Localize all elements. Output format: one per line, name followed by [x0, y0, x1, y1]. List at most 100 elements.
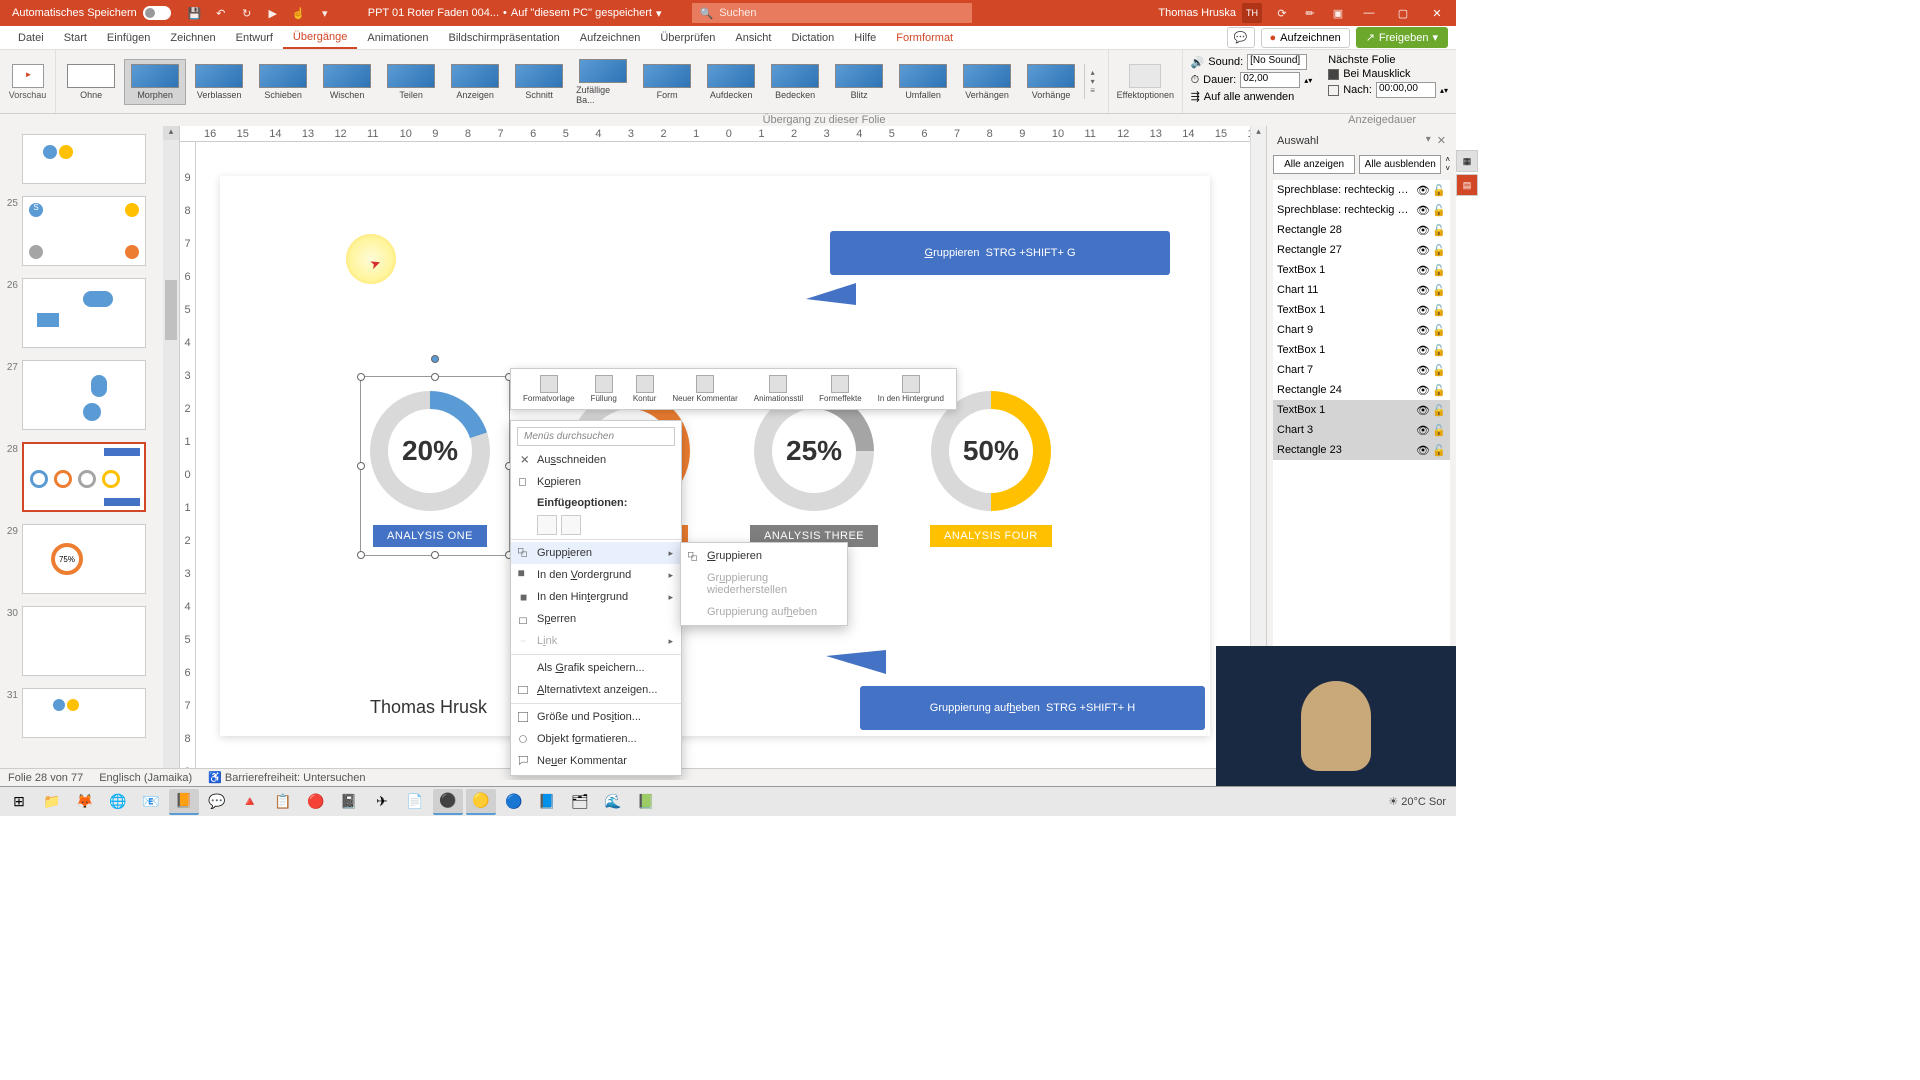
hide-all-button[interactable]: Alle ausblenden	[1359, 155, 1441, 174]
obs-icon[interactable]: ⚫	[433, 789, 463, 815]
visibility-icon[interactable]: 👁	[1416, 304, 1430, 316]
transition-form[interactable]: Form	[636, 60, 698, 104]
minimize-button[interactable]: —	[1358, 2, 1380, 24]
language-indicator[interactable]: Englisch (Jamaika)	[99, 772, 192, 784]
transition-schnitt[interactable]: Schnitt	[508, 60, 570, 104]
menu-search[interactable]: Menüs durchsuchen	[517, 427, 675, 446]
toggle-icon[interactable]	[143, 6, 171, 20]
mt-kontur[interactable]: Kontur	[625, 373, 665, 405]
restore-button[interactable]: ▢	[1392, 2, 1414, 24]
callout-ungroup-shortcut[interactable]: Gruppierung aufheben STRG +SHIFT+ H	[860, 686, 1205, 730]
selection-item[interactable]: Rectangle 28👁🔓	[1273, 220, 1450, 240]
mt-fuellung[interactable]: Füllung	[583, 373, 625, 405]
tab-ansicht[interactable]: Ansicht	[725, 28, 781, 48]
cm-bring-forward[interactable]: In den Vordergrund▸	[511, 564, 681, 586]
selpane-close[interactable]: ✕	[1437, 134, 1446, 147]
tab-einfuegen[interactable]: Einfügen	[97, 28, 160, 48]
tab-formformat[interactable]: Formformat	[886, 28, 963, 48]
selection-item[interactable]: TextBox 1👁🔓	[1273, 400, 1450, 420]
transition-aufdecken[interactable]: Aufdecken	[700, 60, 762, 104]
mt-hintergrund[interactable]: In den Hintergrund	[870, 373, 952, 405]
tab-ueberpruefen[interactable]: Überprüfen	[650, 28, 725, 48]
selection-item[interactable]: Rectangle 24👁🔓	[1273, 380, 1450, 400]
tab-aufzeichnen[interactable]: Aufzeichnen	[570, 28, 651, 48]
selpane-dropdown[interactable]: ▾	[1426, 134, 1431, 147]
tab-uebergaenge[interactable]: Übergänge	[283, 27, 357, 49]
accessibility-check[interactable]: ♿ Barrierefreiheit: Untersuchen	[208, 771, 365, 784]
thumbs-scrollbar[interactable]: ▴	[163, 126, 179, 780]
transition-anzeigen[interactable]: Anzeigen	[444, 60, 506, 104]
app-icon-6[interactable]: 🔵	[499, 789, 529, 815]
tab-animationen[interactable]: Animationen	[357, 28, 438, 48]
selection-item[interactable]: Chart 3👁🔓	[1273, 420, 1450, 440]
sm-group[interactable]: Gruppieren	[681, 545, 847, 567]
selection-item[interactable]: Sprechblase: rechteckig m...👁🔓	[1273, 200, 1450, 220]
lock-toggle-icon[interactable]: 🔓	[1432, 424, 1446, 436]
chart-analysis-three[interactable]: 25% ANALYSIS THREE	[750, 391, 878, 547]
mt-animationsstil[interactable]: Animationsstil	[746, 373, 811, 405]
tab-zeichnen[interactable]: Zeichnen	[160, 28, 225, 48]
thumb-24[interactable]	[22, 134, 146, 184]
transition-umfallen[interactable]: Umfallen	[892, 60, 954, 104]
transition-teilen[interactable]: Teilen	[380, 60, 442, 104]
save-icon[interactable]: 💾	[187, 5, 203, 21]
selection-item[interactable]: Chart 9👁🔓	[1273, 320, 1450, 340]
tab-hilfe[interactable]: Hilfe	[844, 28, 886, 48]
tab-bildschirm[interactable]: Bildschirmpräsentation	[439, 28, 570, 48]
touch-icon[interactable]: ☝	[291, 5, 307, 21]
chart-analysis-four[interactable]: 50% ANALYSIS FOUR	[930, 391, 1052, 547]
transition-blitz[interactable]: Blitz	[828, 60, 890, 104]
after-checkbox[interactable]: Nach:00:00,00▴▾	[1328, 82, 1448, 98]
powerpoint-icon[interactable]: 📙	[169, 789, 199, 815]
thumb-27[interactable]	[22, 360, 146, 430]
transition-schieben[interactable]: Schieben	[252, 60, 314, 104]
slide-canvas[interactable]: ➤ Gruppieren STRG +SHIFT+ G 20% ANALYSIS…	[220, 176, 1210, 736]
tab-datei[interactable]: Datei	[8, 28, 54, 48]
pane-tab-2[interactable]: ▤	[1456, 174, 1478, 196]
redo-icon[interactable]: ↻	[239, 5, 255, 21]
slide-counter[interactable]: Folie 28 von 77	[8, 772, 83, 784]
tray-icon[interactable]: ▣	[1330, 5, 1346, 21]
cm-format-object[interactable]: Objekt formatieren...	[511, 728, 681, 750]
paste-picture[interactable]	[561, 515, 581, 535]
show-all-button[interactable]: Alle anzeigen	[1273, 155, 1355, 174]
apply-all-button[interactable]: ⇶Auf alle anwenden	[1191, 90, 1313, 103]
weather-widget[interactable]: ☀ 20°C Sor	[1388, 795, 1446, 808]
transition-morphen[interactable]: Morphen	[124, 59, 186, 105]
transition-verblassen[interactable]: Verblassen	[188, 60, 250, 104]
duration-input[interactable]: 02,00	[1240, 72, 1300, 88]
thumb-29[interactable]: 75%	[22, 524, 146, 594]
lock-toggle-icon[interactable]: 🔓	[1432, 304, 1446, 316]
edge-icon[interactable]: 🌊	[598, 789, 628, 815]
share-button[interactable]: ↗Freigeben▾	[1356, 27, 1448, 48]
thumb-31[interactable]	[22, 688, 146, 738]
cm-lock[interactable]: Sperren	[511, 608, 681, 630]
lock-toggle-icon[interactable]: 🔓	[1432, 204, 1446, 216]
lock-toggle-icon[interactable]: 🔓	[1432, 264, 1446, 276]
search-box[interactable]: 🔍 Suchen	[692, 3, 972, 23]
visibility-icon[interactable]: 👁	[1416, 244, 1430, 256]
paste-keep-source[interactable]	[537, 515, 557, 535]
visibility-icon[interactable]: 👁	[1416, 404, 1430, 416]
pane-tab-1[interactable]: ▦	[1456, 150, 1478, 172]
sound-select[interactable]: [No Sound]	[1247, 54, 1307, 70]
record-button[interactable]: ●Aufzeichnen	[1261, 28, 1350, 48]
lock-toggle-icon[interactable]: 🔓	[1432, 224, 1446, 236]
cm-cut[interactable]: Ausschneiden	[511, 449, 681, 471]
visibility-icon[interactable]: 👁	[1416, 204, 1430, 216]
selection-item[interactable]: Chart 7👁🔓	[1273, 360, 1450, 380]
visibility-icon[interactable]: 👁	[1416, 184, 1430, 196]
tab-dictation[interactable]: Dictation	[781, 28, 844, 48]
preview-button[interactable]: Vorschau	[0, 50, 56, 113]
user-account[interactable]: Thomas Hruska TH	[1158, 3, 1262, 23]
mt-formatvorlage[interactable]: Formatvorlage	[515, 373, 583, 405]
lock-toggle-icon[interactable]: 🔓	[1432, 344, 1446, 356]
sync-icon[interactable]: ⟳	[1274, 5, 1290, 21]
visibility-icon[interactable]: 👁	[1416, 344, 1430, 356]
more-icon[interactable]: ▾	[317, 5, 333, 21]
thumb-30[interactable]	[22, 606, 146, 676]
selection-item[interactable]: Rectangle 27👁🔓	[1273, 240, 1450, 260]
draw-icon[interactable]: ✏	[1302, 5, 1318, 21]
comments-icon[interactable]: 💬	[1227, 27, 1255, 48]
filename[interactable]: PPT 01 Roter Faden 004... • Auf "diesem …	[368, 7, 662, 20]
